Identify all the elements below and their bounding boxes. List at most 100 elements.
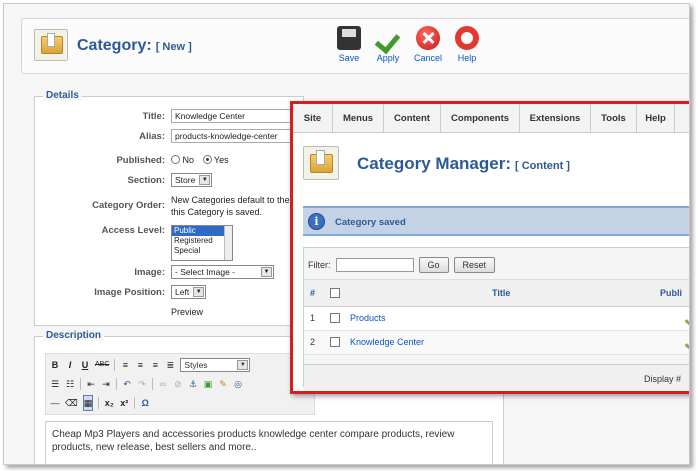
styles-value: Styles (184, 360, 208, 370)
listbox-scrollbar[interactable] (224, 226, 232, 260)
menu-components[interactable]: Components (441, 104, 520, 133)
access-option-special[interactable]: Special (172, 246, 232, 256)
styles-select[interactable]: Styles ▼ (180, 358, 251, 372)
bullet-list-icon[interactable]: ☰ (50, 377, 60, 391)
published-no-label: No (182, 155, 195, 165)
outdent-icon[interactable]: ⇤ (86, 377, 96, 391)
link-icon[interactable]: ∞ (158, 377, 168, 391)
details-fieldset: Details Title: Knowledge Center Alias: p… (34, 90, 304, 326)
description-editor[interactable]: Cheap Mp3 Players and accessories produc… (45, 421, 493, 464)
column-title[interactable]: Title (492, 288, 510, 298)
published-check-icon[interactable] (684, 334, 689, 352)
redo-icon[interactable]: ↷ (137, 377, 147, 391)
filter-input[interactable] (335, 258, 414, 272)
cancel-button[interactable]: Cancel (408, 26, 448, 64)
editor-toolbar: B I U ABC ≡ ≡ ≡ ≣ Styles ▼ ☰ ☷ ⇤ ⇥ ↶ ↷ ∞… (45, 353, 315, 415)
column-published[interactable]: Publi (660, 288, 682, 298)
details-legend: Details (43, 90, 82, 101)
section-value: Store (175, 175, 196, 185)
filter-label: Filter: (308, 260, 331, 270)
image-label: Image: (134, 267, 165, 278)
published-yes-radio[interactable] (202, 155, 212, 164)
cleanup-icon[interactable]: ✎ (218, 377, 228, 391)
system-message: i Category saved (303, 206, 689, 236)
category-folder-icon (34, 29, 68, 61)
image-icon[interactable]: ▣ (203, 377, 213, 391)
alias-input[interactable]: products-knowledge-center (171, 129, 301, 143)
section-select[interactable]: Store ▼ (171, 173, 213, 187)
title-input[interactable]: Knowledge Center (171, 109, 301, 123)
italic-button[interactable]: I (65, 358, 75, 372)
align-left-icon[interactable]: ≡ (120, 358, 130, 372)
floppy-disk-icon (337, 26, 361, 50)
apply-label: Apply (376, 53, 400, 63)
indent-icon[interactable]: ⇥ (101, 377, 111, 391)
numbered-list-icon[interactable]: ☷ (65, 377, 75, 391)
access-level-listbox[interactable]: Public Registered Special (171, 225, 233, 261)
row-num: 2 (310, 337, 316, 347)
menu-extensions[interactable]: Extensions (520, 104, 591, 133)
save-button[interactable]: Save (329, 26, 369, 64)
unlink-icon[interactable]: ⊘ (173, 377, 183, 391)
alias-label: Alias: (139, 131, 165, 142)
manager-title: Category Manager:[ Content ] (357, 154, 570, 174)
menu-menus[interactable]: Menus (333, 104, 384, 133)
reset-button[interactable]: Reset (453, 257, 496, 273)
horizontal-rule-icon[interactable]: — (50, 396, 60, 410)
menu-site[interactable]: Site (293, 104, 333, 133)
category-order-text-1: New Categories default to the l (171, 195, 295, 205)
help-button[interactable]: Help (447, 26, 487, 64)
menu-content[interactable]: Content (384, 104, 441, 133)
row-checkbox[interactable] (330, 313, 340, 323)
preview-label: Preview (171, 307, 204, 317)
access-option-public[interactable]: Public (172, 226, 232, 236)
access-option-registered[interactable]: Registered (172, 236, 232, 246)
apply-button[interactable]: Apply (368, 26, 408, 64)
cancel-label: Cancel (413, 53, 442, 63)
image-position-label: Image Position: (94, 287, 165, 298)
cancel-x-icon (416, 26, 440, 50)
eraser-icon[interactable]: ⌫ (65, 396, 78, 410)
image-position-select[interactable]: Left ▼ (171, 285, 207, 299)
category-folder-icon (303, 146, 339, 180)
anchor-icon[interactable]: ⚓ (188, 377, 198, 391)
row-checkbox[interactable] (330, 337, 340, 347)
published-check-icon[interactable] (684, 310, 689, 328)
menu-help[interactable]: Help (637, 104, 675, 133)
bold-button[interactable]: B (50, 358, 60, 372)
align-right-icon[interactable]: ≡ (150, 358, 160, 372)
published-yes-label: Yes (213, 155, 229, 165)
html-source-icon[interactable]: ◎ (233, 377, 243, 391)
page-title: Category:[ New ] (77, 37, 192, 55)
table-row: 2 Knowledge Center (304, 331, 689, 355)
undo-icon[interactable]: ↶ (122, 377, 132, 391)
underline-button[interactable]: U (80, 358, 90, 372)
select-all-checkbox[interactable] (330, 288, 340, 298)
table-header: # Title Publi (304, 279, 689, 307)
description-legend: Description (43, 330, 105, 341)
subscript-icon[interactable]: x₂ (104, 396, 114, 410)
image-select[interactable]: - Select Image - ▼ (171, 265, 274, 279)
align-justify-icon[interactable]: ≣ (165, 358, 175, 372)
row-title-link[interactable]: Products (350, 313, 386, 323)
editor-toolbar-row-3: — ⌫ ▦ x₂ x² Ω (50, 394, 150, 412)
title-label: Title: (142, 111, 165, 122)
visual-aid-icon[interactable]: ▦ (82, 395, 94, 411)
save-label: Save (338, 53, 360, 63)
menu-tools[interactable]: Tools (591, 104, 637, 133)
superscript-icon[interactable]: x² (119, 396, 129, 410)
align-center-icon[interactable]: ≡ (135, 358, 145, 372)
category-table: # Title Publi 1 Products 2 Knowledge Cen… (304, 279, 689, 391)
category-manager-window: Site Menus Content Components Extensions… (290, 101, 689, 394)
image-value: - Select Image - (175, 267, 235, 277)
chevron-down-icon: ▼ (193, 287, 205, 297)
special-char-icon[interactable]: Ω (140, 396, 150, 410)
go-button[interactable]: Go (418, 257, 449, 273)
chevron-down-icon: ▼ (261, 267, 272, 277)
published-no-radio[interactable] (171, 155, 180, 164)
strikethrough-button[interactable]: ABC (95, 358, 109, 372)
category-order-label: Category Order: (92, 200, 165, 211)
table-row: 1 Products (304, 307, 689, 331)
row-title-link[interactable]: Knowledge Center (350, 337, 424, 347)
page-title-sub: [ New ] (155, 41, 192, 53)
